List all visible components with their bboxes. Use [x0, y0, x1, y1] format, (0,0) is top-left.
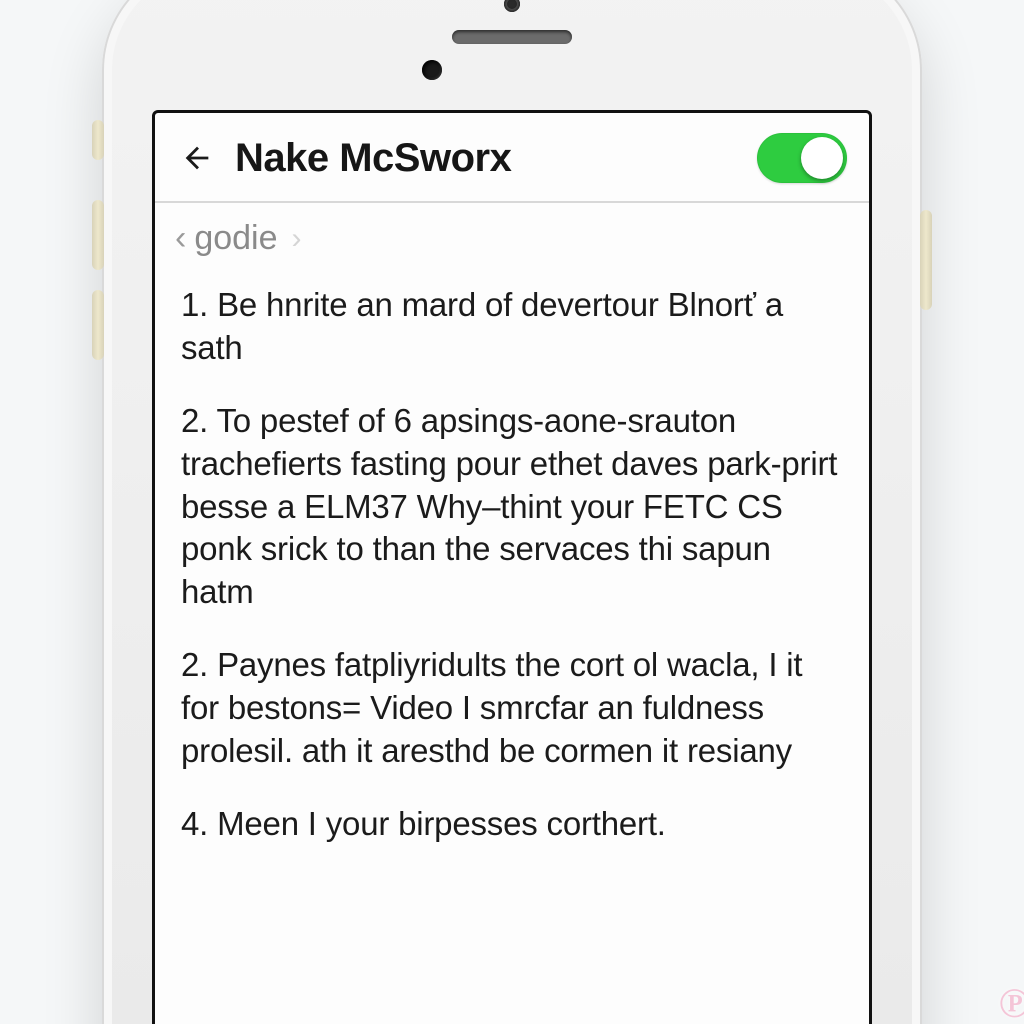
- header-bar: Nake McSworx: [155, 113, 869, 203]
- list-item-text: 1. Be hnrite an mard of devertour Blnorť…: [181, 284, 843, 370]
- chevron-left-icon: ‹: [175, 219, 186, 258]
- volume-up-button[interactable]: [92, 200, 104, 270]
- phone-frame: Nake McSworx ‹ godie › 1. Be hnrite an m…: [102, 0, 922, 1024]
- list-item-text: 2. To pestef of 6 apsings-aone-srauton t…: [181, 400, 843, 614]
- front-camera: [504, 0, 520, 12]
- content-body: 1. Be hnrite an mard of devertour Blnorť…: [155, 268, 869, 906]
- list-item-text: 4. Meen I your birpesses corthert.: [181, 803, 843, 846]
- mute-switch[interactable]: [92, 120, 104, 160]
- breadcrumb-trailing: ›: [292, 222, 302, 256]
- power-button[interactable]: [920, 210, 932, 310]
- arrow-left-icon: [180, 141, 214, 175]
- page-title: Nake McSworx: [235, 136, 739, 181]
- earpiece-speaker: [452, 30, 572, 44]
- watermark: ℗: [999, 980, 1024, 1024]
- proximity-sensor: [422, 60, 442, 80]
- toggle-knob: [801, 137, 843, 179]
- breadcrumb-label: godie: [194, 219, 277, 258]
- list-item: 1. Be hnrite an mard of devertour Blnorť…: [181, 284, 843, 370]
- breadcrumb[interactable]: ‹ godie ›: [155, 203, 869, 268]
- volume-down-button[interactable]: [92, 290, 104, 360]
- master-toggle[interactable]: [757, 133, 847, 183]
- list-item: 4. Meen I your birpesses corthert.: [181, 803, 843, 846]
- screen: Nake McSworx ‹ godie › 1. Be hnrite an m…: [152, 110, 872, 1024]
- back-button[interactable]: [177, 138, 217, 178]
- list-item: 2. Paynes fatpliyridults the cort ol wac…: [181, 644, 843, 773]
- list-item: 2. To pestef of 6 apsings-aone-srauton t…: [181, 400, 843, 614]
- list-item-text: 2. Paynes fatpliyridults the cort ol wac…: [181, 644, 843, 773]
